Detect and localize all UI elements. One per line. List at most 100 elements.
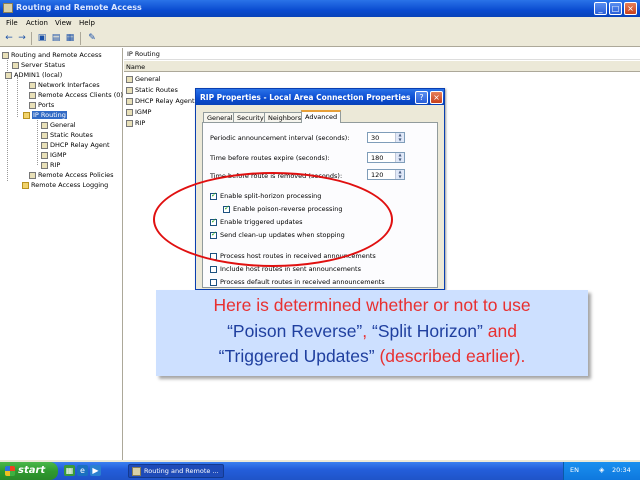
menu-action[interactable]: Action (26, 19, 48, 27)
rip-icon (41, 161, 48, 169)
rip-icon (126, 119, 133, 127)
routes-expire-spinner[interactable]: 180 ▲ ▼ (367, 152, 405, 163)
details-pane-header: IP Routing (124, 48, 640, 60)
list-item[interactable]: Static Routes (126, 86, 178, 94)
clock: 20:34 (612, 466, 631, 474)
checkbox-box[interactable] (210, 278, 217, 286)
taskbar-item-rras[interactable]: Routing and Remote ... (128, 464, 224, 478)
window-title: Routing and Remote Access (16, 3, 142, 12)
details-pane-title: IP Routing (127, 50, 160, 58)
clients-icon (29, 91, 36, 99)
ports-icon (29, 101, 36, 109)
minimize-button[interactable]: _ (594, 2, 607, 15)
media-player-icon[interactable]: ▶ (90, 465, 101, 476)
tree-node-network-interfaces[interactable]: Network Interfaces (29, 81, 100, 89)
process-default-routes-checkbox[interactable]: Process default routes in received annou… (210, 278, 385, 286)
rras-app-icon (3, 3, 13, 13)
dialog-title-bar[interactable]: RIP Properties - Local Area Connection P… (196, 89, 444, 105)
internet-explorer-icon[interactable]: e (77, 465, 88, 476)
checkbox-box[interactable] (210, 265, 217, 273)
dialog-title: RIP Properties - Local Area Connection P… (200, 93, 411, 102)
network-tray-icon[interactable]: ◈ (599, 466, 604, 474)
caption-split-horizon: “Split Horizon” (372, 320, 483, 341)
list-item[interactable]: DHCP Relay Agent (126, 97, 195, 105)
general-icon (41, 121, 48, 129)
spinner-arrows-icon[interactable]: ▲ ▼ (395, 132, 404, 142)
static-routes-icon (41, 131, 48, 139)
tab-advanced[interactable]: Advanced (301, 110, 342, 123)
tree-node-general[interactable]: General (41, 121, 76, 129)
rras-icon (2, 51, 9, 59)
toolbar-separator (31, 32, 32, 45)
caption-and: and (482, 320, 517, 341)
igmp-icon (41, 151, 48, 159)
taskbar: start ▦ e ▶ Routing and Remote ... EN ◈ … (0, 462, 640, 480)
tree-node-admin1[interactable]: ADMIN1 (local) (5, 71, 62, 79)
caption-line-2: “Poison Reverse”, “Split Horizon” and (156, 319, 588, 345)
forward-arrow-icon[interactable]: → (16, 32, 28, 44)
console-tree: Routing and Remote Access Server Status … (0, 48, 123, 460)
caption-comma: , (362, 320, 372, 341)
server-status-icon (12, 61, 19, 69)
up-folder-icon[interactable]: ▣ (36, 32, 48, 44)
server-icon (5, 71, 12, 79)
column-header-name[interactable]: Name (124, 61, 640, 72)
tree-node-server-status[interactable]: Server Status (12, 61, 65, 69)
static-routes-icon (126, 86, 133, 94)
tree-line (17, 77, 18, 117)
menu-view[interactable]: View (55, 19, 72, 27)
announcement-interval-label: Periodic announcement interval (seconds)… (210, 134, 350, 142)
logging-folder-icon (22, 181, 29, 189)
caption-tail: (described earlier). (374, 346, 526, 366)
show-hide-tree-icon[interactable]: ▤ (50, 32, 62, 44)
tree-node-remote-access-policies[interactable]: Remote Access Policies (29, 171, 114, 179)
tree-node-dhcp-relay-agent[interactable]: DHCP Relay Agent (41, 141, 110, 149)
tree-node-rip[interactable]: RIP (41, 161, 60, 169)
tree-node-remote-access-logging[interactable]: Remote Access Logging (22, 181, 108, 189)
explanation-caption: Here is determined whether or not to use… (156, 290, 588, 376)
export-list-icon[interactable]: ▦ (64, 32, 76, 44)
caption-triggered-updates: “Triggered Updates” (218, 346, 375, 366)
window-title-bar[interactable]: Routing and Remote Access _ □ × (0, 0, 640, 17)
maximize-button[interactable]: □ (609, 2, 622, 15)
network-interfaces-icon (29, 81, 36, 89)
menu-file[interactable]: File (6, 19, 18, 27)
announcement-interval-spinner[interactable]: 30 ▲ ▼ (367, 132, 405, 143)
dhcp-relay-icon (41, 141, 48, 149)
toolbar-separator (80, 32, 81, 45)
tree-node-remote-access-clients[interactable]: Remote Access Clients (0) (29, 91, 123, 99)
tree-node-igmp[interactable]: IGMP (41, 151, 66, 159)
spinner-arrows-icon[interactable]: ▲ ▼ (395, 152, 404, 162)
column-header-label: Name (126, 63, 146, 71)
list-item[interactable]: RIP (126, 119, 145, 127)
menu-bar: File Action View Help (0, 17, 640, 30)
tree-node-root[interactable]: Routing and Remote Access (2, 51, 102, 59)
rras-app-icon (132, 467, 141, 476)
dialog-help-button[interactable]: ? (415, 91, 428, 104)
dhcp-relay-icon (126, 97, 133, 105)
tree-node-static-routes[interactable]: Static Routes (41, 131, 93, 139)
show-desktop-icon[interactable]: ▦ (64, 465, 75, 476)
tree-node-ip-routing[interactable]: IP Routing (23, 111, 67, 119)
dialog-close-button[interactable]: × (430, 91, 443, 104)
list-item[interactable]: IGMP (126, 108, 151, 116)
ip-routing-folder-icon (23, 111, 30, 119)
close-button[interactable]: × (624, 2, 637, 15)
help-book-icon[interactable]: ✎ (86, 32, 98, 44)
igmp-icon (126, 108, 133, 116)
list-item[interactable]: General (126, 75, 161, 83)
menu-help[interactable]: Help (79, 19, 95, 27)
general-icon (126, 75, 133, 83)
toolbar: ← → ▣ ▤ ▦ ✎ (0, 30, 640, 47)
spinner-arrows-icon[interactable]: ▲ ▼ (395, 169, 404, 179)
tree-line (37, 118, 38, 165)
start-button[interactable]: start (0, 462, 58, 480)
routes-expire-label: Time before routes expire (seconds): (210, 154, 330, 162)
tree-node-ports[interactable]: Ports (29, 101, 54, 109)
language-indicator[interactable]: EN (570, 466, 579, 474)
back-arrow-icon[interactable]: ← (3, 32, 15, 44)
windows-flag-icon (5, 466, 15, 476)
caption-line-3: “Triggered Updates” (described earlier). (156, 344, 588, 370)
caption-poison-reverse: “Poison Reverse” (227, 320, 363, 341)
route-removed-spinner[interactable]: 120 ▲ ▼ (367, 169, 405, 180)
